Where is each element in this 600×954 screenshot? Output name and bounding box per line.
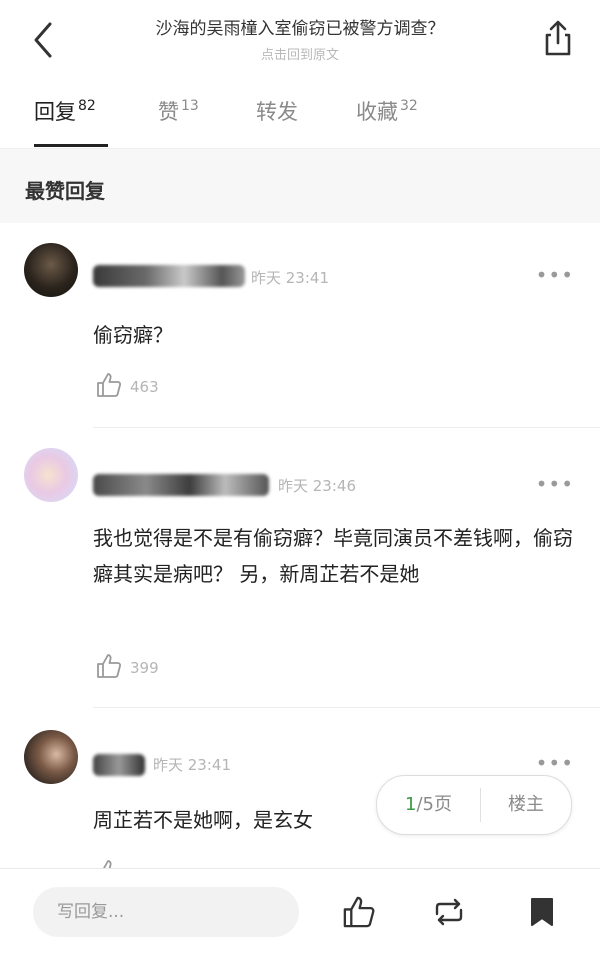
username-blurred[interactable] [93, 265, 245, 287]
thumbs-up-icon [97, 654, 122, 678]
bottom-action-bar [0, 868, 600, 954]
top-bar: 沙海的吴雨橦入室偷窃已被警方调查？ 点击回到原文 [0, 0, 600, 80]
host-only-button[interactable]: 楼主 [481, 776, 571, 834]
share-icon [545, 20, 571, 56]
tab-reposts[interactable]: 转发 [256, 96, 300, 126]
repost-icon [435, 898, 463, 926]
page-title[interactable]: 沙海的吴雨橦入室偷窃已被警方调查？ [80, 14, 520, 39]
tab-count: 82 [78, 98, 96, 114]
repost-button[interactable] [431, 894, 467, 930]
tab-replies[interactable]: 回复 82 [34, 96, 96, 126]
tab-count: 32 [400, 98, 418, 114]
like-button[interactable] [95, 371, 123, 403]
thumbs-up-icon [103, 860, 112, 868]
share-button[interactable] [538, 18, 578, 58]
comment-text: 我也觉得是不是有偷窃癖？毕竟同演员不差钱啊，偷窃癖其实是病吧？ 另，新周芷若不是… [93, 526, 573, 586]
tab-label: 回复 [34, 100, 76, 124]
section-title: 最赞回复 [25, 179, 105, 203]
avatar[interactable] [24, 730, 78, 784]
comment-item: 昨天 23:46 ••• 我也觉得是不是有偷窃癖？毕竟同演员不差钱啊，偷窃癖其实… [0, 428, 600, 708]
tab-label: 转发 [256, 100, 298, 124]
like-button[interactable] [95, 858, 123, 868]
back-to-article-link[interactable]: 点击回到原文 [80, 44, 520, 63]
page-indicator[interactable]: 1/5页 [377, 776, 480, 834]
like-button[interactable] [95, 652, 123, 684]
avatar[interactable] [24, 243, 78, 297]
more-options-icon[interactable]: ••• [536, 751, 574, 775]
reply-input[interactable] [33, 887, 299, 937]
more-options-icon[interactable]: ••• [536, 472, 574, 496]
back-button[interactable] [24, 20, 64, 60]
avatar[interactable] [24, 448, 78, 502]
like-post-button[interactable] [341, 894, 377, 930]
page-navigator: 1/5页 楼主 [376, 775, 572, 835]
tab-count: 13 [181, 98, 199, 114]
thumbs-up-icon [343, 896, 375, 928]
tab-label: 赞 [158, 100, 179, 124]
like-count: 463 [130, 378, 159, 396]
like-count: 399 [130, 659, 159, 677]
favorite-button[interactable] [524, 894, 560, 930]
thumbs-up-icon [97, 373, 122, 397]
username-blurred[interactable] [93, 754, 145, 776]
comment-time: 昨天 23:41 [251, 269, 329, 287]
more-options-icon[interactable]: ••• [536, 263, 574, 287]
chevron-left-icon [34, 22, 52, 58]
tab-likes[interactable]: 赞 13 [158, 96, 199, 126]
comment-text: 偷窃癖？ [93, 323, 173, 347]
comment-time: 昨天 23:41 [153, 756, 231, 774]
comment-item: 昨天 23:41 ••• 偷窃癖？ 463 [0, 223, 600, 428]
comment-time: 昨天 23:46 [278, 477, 356, 495]
page-total: /5页 [416, 794, 452, 815]
active-tab-indicator [34, 144, 108, 147]
tab-bar: 回复 82 赞 13 转发 收藏 32 [0, 82, 600, 149]
section-header: 最赞回复 [0, 149, 600, 223]
current-page: 1 [405, 794, 417, 815]
bookmark-icon [531, 898, 553, 926]
tab-label: 收藏 [356, 100, 398, 124]
username-blurred[interactable] [93, 474, 269, 496]
tab-favorites[interactable]: 收藏 32 [356, 96, 418, 126]
